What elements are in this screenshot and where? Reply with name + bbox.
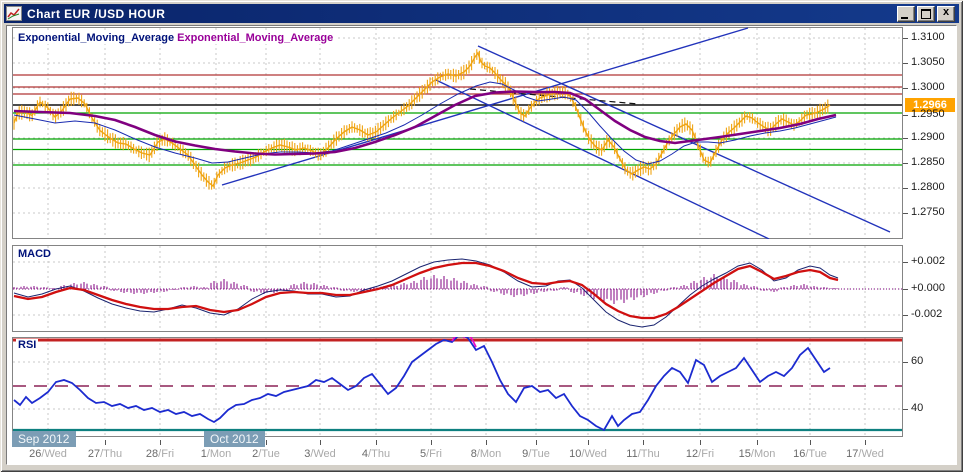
price-axis-label: 1.2950	[911, 108, 945, 120]
date-tick	[643, 440, 644, 445]
price-axis-tick	[903, 63, 908, 64]
ema-legend-purple[interactable]: Exponential_Moving_Average	[177, 32, 333, 44]
macd-axis-label: -0.002	[911, 308, 943, 320]
date-tick	[431, 440, 432, 445]
date-tick	[757, 440, 758, 445]
date-weekday: /Tue	[805, 448, 827, 460]
ema-legend-blue[interactable]: Exponential_Moving_Average	[18, 32, 174, 44]
date-label: 2/Tue	[252, 448, 280, 460]
date-number: 17	[846, 448, 859, 460]
rsi-axis-label: 60	[911, 355, 924, 367]
price-axis-tick	[903, 115, 908, 116]
macd-axis-tick	[903, 262, 908, 263]
date-weekday: /Wed	[581, 448, 607, 460]
date-weekday: /Wed	[310, 448, 336, 460]
date-number: 16	[793, 448, 806, 460]
price-axis-tick	[903, 138, 908, 139]
date-number: 28	[145, 448, 159, 460]
price-axis-label: 1.2900	[911, 131, 945, 143]
date-tick	[588, 440, 589, 445]
price-axis-tick	[903, 188, 908, 189]
date-label: 9/Tue	[522, 448, 550, 460]
date-weekday: /Thu	[637, 448, 660, 460]
date-number: 12	[685, 448, 699, 460]
date-label: 3/Wed	[304, 448, 336, 460]
date-weekday: /Tue	[528, 448, 550, 460]
date-label: 27/Thu	[88, 448, 122, 460]
date-weekday: /Wed	[858, 448, 884, 460]
macd-axis-tick	[903, 315, 908, 316]
date-number: 15	[738, 448, 751, 460]
price-axis-label: 1.3100	[911, 31, 945, 43]
date-weekday: /Mon	[206, 448, 232, 460]
month-box: Sep 2012	[12, 431, 76, 447]
date-label: 12/Fri	[686, 448, 714, 460]
date-tick	[320, 440, 321, 445]
date-weekday: /Thu	[100, 448, 123, 460]
date-weekday: /Thu	[368, 448, 391, 460]
macd-axis-label: +0.002	[911, 255, 945, 267]
date-number: 27	[87, 448, 101, 460]
macd-panel-label: MACD	[16, 248, 53, 260]
date-weekday: /Tue	[258, 448, 280, 460]
date-label: 4/Thu	[362, 448, 390, 460]
macd-axis-tick	[903, 289, 908, 290]
price-axis-label: 1.3000	[911, 81, 945, 93]
date-tick	[160, 440, 161, 445]
date-tick	[810, 440, 811, 445]
date-label: 15/Mon	[739, 448, 776, 460]
date-tick	[486, 440, 487, 445]
date-label: 11/Thu	[626, 448, 659, 460]
date-label: 17/Wed	[846, 448, 884, 460]
price-axis-tick	[903, 213, 908, 214]
date-number: 11	[626, 448, 638, 460]
rsi-panel-label: RSI	[16, 339, 39, 351]
price-axis-label: 1.3050	[911, 56, 945, 68]
date-tick	[266, 440, 267, 445]
indicator-legend: Exponential_Moving_Average Exponential_M…	[16, 32, 336, 44]
price-axis-label: 1.2850	[911, 156, 945, 168]
price-axis-tick	[903, 163, 908, 164]
date-number: 26	[29, 448, 42, 460]
chart-window: Chart EUR /USD HOUR x Exponential_Moving…	[0, 0, 963, 472]
date-tick	[536, 440, 537, 445]
date-label: 26/Wed	[29, 448, 67, 460]
date-tick	[105, 440, 106, 445]
date-tick	[865, 440, 866, 445]
date-weekday: /Fri	[698, 448, 715, 460]
macd-axis-label: +0.000	[911, 282, 945, 294]
rsi-chart[interactable]	[12, 337, 903, 437]
month-box: Oct 2012	[204, 431, 265, 447]
date-label: 8/Mon	[471, 448, 502, 460]
date-weekday: /Wed	[41, 448, 67, 460]
rsi-axis-tick	[903, 362, 908, 363]
date-number: 10	[569, 448, 582, 460]
date-label: 28/Fri	[146, 448, 174, 460]
date-label: 16/Tue	[793, 448, 827, 460]
rsi-axis-label: 40	[911, 402, 924, 414]
date-tick	[376, 440, 377, 445]
date-tick	[700, 440, 701, 445]
date-weekday: /Fri	[426, 448, 443, 460]
macd-chart[interactable]	[12, 245, 903, 332]
price-axis-tick	[903, 88, 908, 89]
price-axis-tick	[903, 38, 908, 39]
date-label: 1/Mon	[201, 448, 232, 460]
plot-space: Exponential_Moving_Average Exponential_M…	[0, 0, 963, 472]
date-weekday: /Fri	[158, 448, 175, 460]
date-label: 10/Wed	[569, 448, 607, 460]
price-chart[interactable]	[12, 27, 903, 239]
price-axis-label: 1.2750	[911, 206, 945, 218]
rsi-axis-tick	[903, 409, 908, 410]
date-weekday: /Mon	[750, 448, 776, 460]
date-label: 5/Fri	[420, 448, 442, 460]
price-axis-label: 1.2800	[911, 181, 945, 193]
date-weekday: /Mon	[476, 448, 502, 460]
